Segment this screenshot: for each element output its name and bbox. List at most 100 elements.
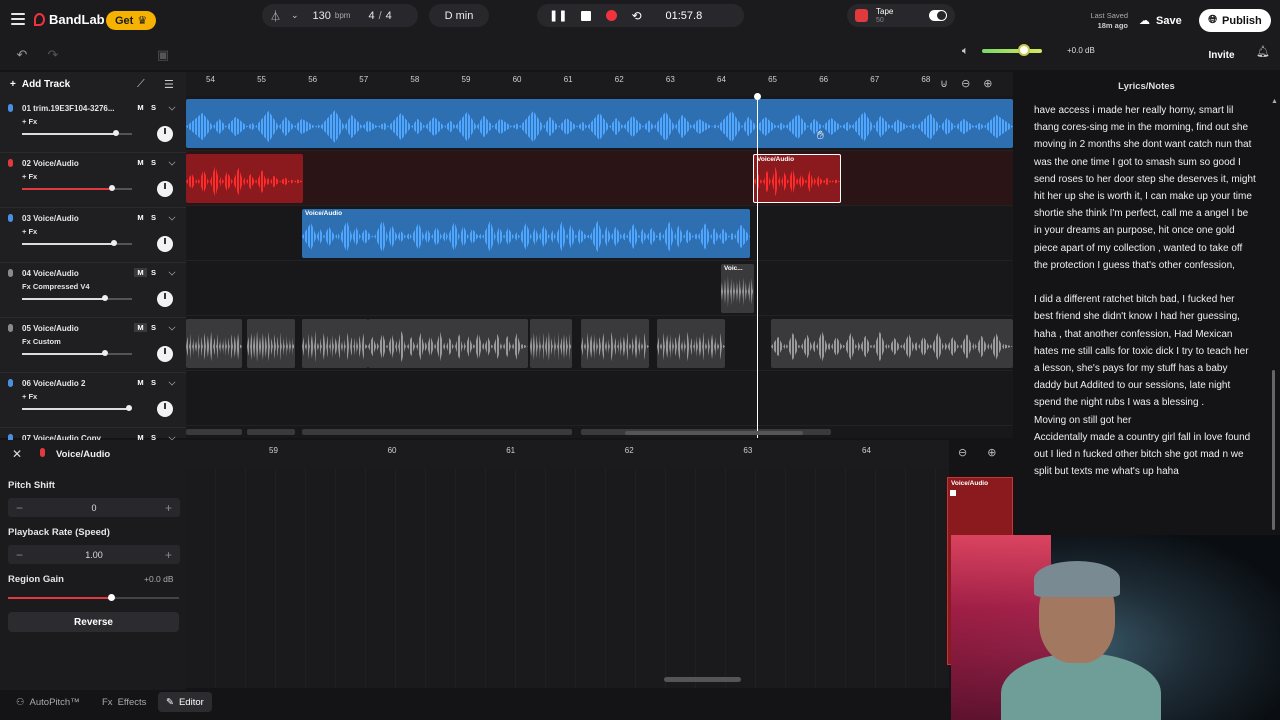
arrangement-area[interactable]: Voice/Audio Voice/Audio Voic... <box>186 96 1013 438</box>
pan-knob[interactable] <box>157 126 173 142</box>
track-volume-slider[interactable] <box>22 130 132 136</box>
time-signature-numerator[interactable]: 4 <box>368 10 374 22</box>
audio-region[interactable]: Voice/Audio <box>302 209 750 258</box>
redo-icon[interactable]: ↷ <box>42 44 64 66</box>
audio-region[interactable] <box>530 319 572 368</box>
loop-icon[interactable]: ⟲ <box>631 9 641 23</box>
track-name[interactable]: 01 trim.19E3F104-3276... <box>22 104 115 113</box>
editor-scrollbar[interactable] <box>664 677 741 682</box>
playback-rate-value[interactable]: 1.00 <box>85 550 103 560</box>
track-volume-handle[interactable] <box>125 405 132 411</box>
master-volume-slider[interactable] <box>982 49 1042 53</box>
pitch-shift-stepper[interactable]: − 0 + <box>8 498 180 517</box>
track-volume-handle[interactable] <box>111 240 118 246</box>
editor-ruler[interactable]: 59 60 61 62 63 64 <box>186 440 949 468</box>
stop-icon[interactable] <box>581 10 592 21</box>
track-volume-slider[interactable] <box>22 295 132 301</box>
mute-button[interactable]: M <box>134 158 147 167</box>
close-icon[interactable]: ✕ <box>12 447 22 461</box>
chevron-down-icon[interactable] <box>168 378 176 386</box>
track-header[interactable]: 05 Voice/Audio Fx Custom M S <box>0 318 186 373</box>
audio-region[interactable] <box>302 319 368 368</box>
track-volume-slider[interactable] <box>22 405 132 411</box>
track-volume-handle[interactable] <box>101 350 108 356</box>
audio-region[interactable] <box>247 319 295 368</box>
playback-rate-stepper[interactable]: − 1.00 + <box>8 545 180 564</box>
mute-button[interactable]: M <box>134 213 147 222</box>
bell-icon[interactable]: 🔔︎ <box>1256 45 1270 58</box>
reverse-button[interactable]: Reverse <box>8 612 179 632</box>
track-name[interactable]: 04 Voice/Audio <box>22 269 79 278</box>
audio-region[interactable] <box>186 99 1013 148</box>
mic-icon[interactable] <box>8 324 13 332</box>
track-header[interactable]: 03 Voice/Audio + Fx M S <box>0 208 186 263</box>
audio-region[interactable]: Voic... <box>721 264 754 313</box>
audio-region[interactable] <box>771 319 1013 368</box>
track-volume-slider[interactable] <box>22 240 132 246</box>
pan-knob[interactable] <box>157 291 173 307</box>
bandlab-logo[interactable]: BandLab <box>34 12 105 27</box>
track-fx-button[interactable]: + Fx <box>22 117 37 126</box>
mic-icon[interactable] <box>8 379 13 387</box>
chevron-down-icon[interactable]: ⌄ <box>291 10 299 21</box>
scroll-up-icon[interactable]: ▲ <box>1271 98 1278 105</box>
track-lane[interactable] <box>186 151 1013 206</box>
audio-region[interactable] <box>186 429 242 435</box>
chevron-down-icon[interactable] <box>168 323 176 331</box>
pitch-shift-value[interactable]: 0 <box>91 503 96 513</box>
add-track-button[interactable]: + Add Track <box>10 79 70 90</box>
mute-button[interactable]: M <box>134 323 147 332</box>
solo-button[interactable]: S <box>147 158 160 167</box>
track-name[interactable]: 02 Voice/Audio <box>22 159 79 168</box>
audio-region[interactable] <box>657 319 725 368</box>
audio-region[interactable] <box>186 319 242 368</box>
tab-effects[interactable]: Fx Effects <box>94 692 154 712</box>
track-volume-slider[interactable] <box>22 350 132 356</box>
zoom-in-icon[interactable]: ⊕ <box>987 446 996 459</box>
undo-icon[interactable]: ↶ <box>11 44 33 66</box>
chevron-down-icon[interactable] <box>168 213 176 221</box>
master-volume-knob[interactable] <box>1018 44 1030 56</box>
zoom-out-icon[interactable]: ⊖ <box>958 446 967 459</box>
minus-icon[interactable]: − <box>16 548 23 562</box>
track-header[interactable]: 06 Voice/Audio 2 + Fx M S <box>0 373 186 428</box>
menu-icon[interactable] <box>11 13 25 25</box>
plus-icon[interactable]: + <box>165 548 172 562</box>
track-lane[interactable] <box>186 371 1013 426</box>
editor-waveform-area[interactable] <box>186 468 949 688</box>
tape-effect[interactable]: Tape 50 <box>847 4 955 27</box>
audio-region[interactable] <box>368 319 528 368</box>
track-volume-handle[interactable] <box>109 185 116 191</box>
record-icon[interactable] <box>606 10 618 21</box>
track-header[interactable]: 02 Voice/Audio + Fx M S <box>0 153 186 208</box>
playhead-handle[interactable] <box>754 93 761 100</box>
mic-icon[interactable] <box>8 269 13 277</box>
pan-knob[interactable] <box>157 181 173 197</box>
track-volume-slider[interactable] <box>22 185 132 191</box>
magnet-icon[interactable]: ⊍ <box>940 77 948 90</box>
publish-button[interactable]: 🌐︎ Publish <box>1199 9 1271 32</box>
mic-icon[interactable] <box>8 214 13 222</box>
chevron-down-icon[interactable] <box>168 268 176 276</box>
key-selector[interactable]: D min <box>429 4 489 27</box>
minus-icon[interactable]: − <box>16 501 23 515</box>
solo-button[interactable]: S <box>147 378 160 387</box>
region-gain-handle[interactable] <box>107 594 115 601</box>
track-fx-button[interactable]: + Fx <box>22 227 37 236</box>
track-fx-button[interactable]: + Fx <box>22 392 37 401</box>
tempo-control[interactable]: ⏃ ⌄ 130 bpm 4 / 4 <box>262 4 418 27</box>
solo-button[interactable]: S <box>147 268 160 277</box>
plus-icon[interactable]: + <box>165 501 172 515</box>
region-gain-slider[interactable] <box>8 594 179 601</box>
audio-region[interactable] <box>186 154 303 203</box>
track-volume-handle[interactable] <box>101 295 108 301</box>
wand-icon[interactable]: ⟋ <box>137 78 145 91</box>
timeline-ruler[interactable]: 54 55 56 57 58 59 60 61 62 63 64 65 66 67 68 <box>186 72 1013 96</box>
solo-button[interactable]: S <box>147 323 160 332</box>
get-button[interactable]: Get ♛ <box>106 11 157 30</box>
horizontal-scrollbar[interactable] <box>625 431 803 435</box>
mic-icon[interactable] <box>8 104 13 112</box>
audio-region[interactable] <box>581 319 649 368</box>
tab-editor[interactable]: ✎ Editor <box>158 692 212 712</box>
tape-toggle[interactable] <box>929 10 948 21</box>
